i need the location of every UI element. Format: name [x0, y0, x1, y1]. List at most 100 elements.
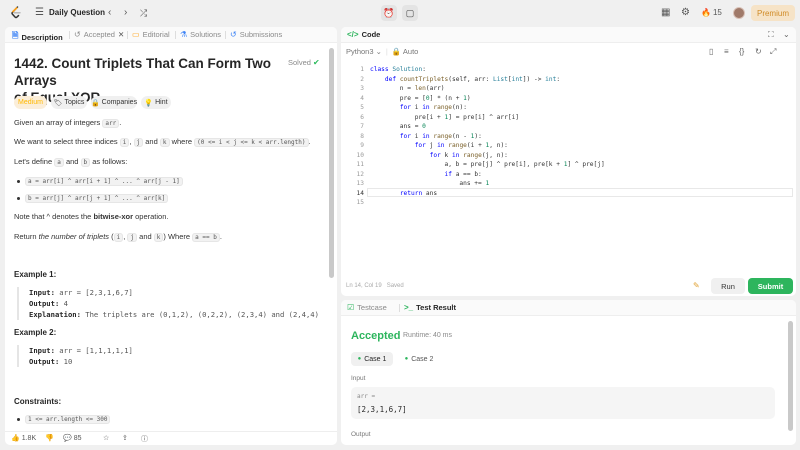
reset-icon[interactable]: ↻: [755, 47, 762, 56]
premium-button[interactable]: Premium: [751, 5, 795, 21]
description-footer: 👍 1.8K 👎 💬 85 ☆ ⇪ ⓘ: [5, 431, 337, 445]
result-scrollbar[interactable]: [788, 321, 793, 431]
submit-button[interactable]: Submit: [748, 278, 793, 294]
run-button[interactable]: Run: [711, 278, 745, 294]
line-number: 14: [356, 189, 364, 197]
code-line[interactable]: if a == b:: [370, 170, 605, 180]
code-line[interactable]: pre = [0] * (n + 1): [370, 94, 605, 104]
code-line[interactable]: return ans: [370, 189, 605, 199]
code-line[interactable]: for i in range(n):: [370, 103, 605, 113]
result-tab-bar: ☑ Testcase >_ Test Result: [341, 300, 796, 316]
code-editor[interactable]: class Solution: def countTriplets(self, …: [370, 65, 605, 208]
hint-chip[interactable]: 💡 Hint: [141, 96, 171, 109]
code-line[interactable]: pre[i + 1] = pre[i] ^ arr[i]: [370, 113, 605, 123]
like-button[interactable]: 👍 1.8K: [11, 434, 36, 443]
help-icon[interactable]: ⓘ: [141, 434, 148, 444]
example-2-block: Input: arr = [1,1,1,1,1] Output: 10: [17, 345, 325, 367]
lightbulb-icon: 💡: [144, 99, 154, 107]
comments-button[interactable]: 💬 85: [63, 434, 82, 443]
topics-chip[interactable]: 🏷 Topics: [51, 96, 87, 109]
code-line[interactable]: for k in range(j, n):: [370, 151, 605, 161]
format-code-icon[interactable]: ≡: [724, 47, 729, 56]
tab-submissions[interactable]: ↺ Submissions: [230, 30, 282, 39]
description-scrollbar[interactable]: [329, 48, 334, 278]
code-line[interactable]: n = len(arr): [370, 84, 605, 94]
paragraph-4: Note that ^ denotes the bitwise-xor oper…: [14, 212, 169, 221]
paragraph-1: Given an array of integers arr.: [14, 118, 122, 128]
top-navbar: ☰ Daily Question ‹ › ⤮ ⏰ ▢ ▦ ⚙ 🔥 15 Prem…: [0, 0, 800, 26]
fire-icon: 🔥: [701, 8, 711, 17]
thumbs-up-icon: 👍: [11, 435, 20, 442]
description-panel: 🗎 Description ↺ Accepted ✕ ▭ Editorial ⚗…: [5, 27, 337, 445]
notes-icon[interactable]: ▢: [402, 5, 418, 21]
layout-icon[interactable]: ▦: [661, 7, 670, 19]
tab-solutions[interactable]: ⚗ Solutions: [180, 30, 221, 39]
favorite-star-icon[interactable]: ☆: [103, 434, 109, 442]
constraint-item: 1 <= arr.length <= 300: [25, 414, 111, 424]
tab-description[interactable]: 🗎 Description: [12, 30, 63, 44]
problem-description: 1442. Count Triplets That Can Form Two A…: [5, 43, 327, 431]
code-line[interactable]: a, b = pre[j] ^ pre[i], pre[k + 1] ^ pre…: [370, 160, 605, 170]
paragraph-3: Let's define a and b as follows:: [14, 157, 128, 167]
settings-gear-icon[interactable]: ⚙: [681, 7, 690, 19]
problem-list-icon[interactable]: ☰: [35, 7, 44, 19]
bookmark-icon[interactable]: ▯: [709, 47, 713, 56]
code-brackets-icon: </>: [347, 30, 359, 39]
maximize-icon[interactable]: ⛶: [768, 30, 774, 40]
line-number: 10: [356, 151, 364, 159]
line-number: 8: [360, 132, 364, 140]
auto-mode-toggle[interactable]: 🔒 Auto: [392, 47, 418, 56]
note-pencil-icon[interactable]: ✎: [693, 281, 700, 290]
bullet-item-a: a = arr[i] ^ arr[i + 1] ^ ... ^ arr[j - …: [25, 176, 183, 186]
line-number: 1: [360, 66, 364, 73]
user-avatar[interactable]: [733, 7, 745, 19]
shuffle-icon[interactable]: ⤮: [140, 7, 147, 19]
close-tab-icon[interactable]: ✕: [118, 30, 124, 39]
editor-status-bar: Ln 14, Col 19 Saved: [346, 283, 404, 289]
history-icon: ↺: [74, 30, 81, 39]
code-line[interactable]: class Solution:: [370, 65, 605, 75]
code-line[interactable]: def countTriplets(self, arr: List[int]) …: [370, 75, 605, 85]
bullet-item-b: b = arr[j] ^ arr[j + 1] ^ ... ^ arr[k]: [25, 193, 169, 203]
result-panel: ☑ Testcase >_ Test Result Accepted Runti…: [341, 300, 796, 445]
prev-question-icon[interactable]: ‹: [108, 7, 111, 19]
example-2-heading: Example 2:: [14, 328, 57, 337]
terminal-icon: >_: [404, 303, 414, 312]
timer-icon[interactable]: ⏰: [381, 5, 397, 21]
example-1-heading: Example 1:: [14, 270, 57, 279]
flask-icon: ⚗: [180, 30, 188, 39]
code-line[interactable]: for i in range(n - 1):: [370, 132, 605, 142]
line-number: 15: [356, 199, 364, 206]
chevron-down-icon: ⌄: [375, 47, 382, 56]
line-number: 4: [360, 94, 364, 102]
tag-icon: 🏷: [53, 99, 63, 107]
line-number: 5: [360, 104, 364, 111]
case-tab-2[interactable]: ● Case 2: [399, 352, 439, 366]
document-icon: 🗎: [12, 31, 19, 40]
code-line[interactable]: [370, 198, 605, 208]
companies-chip[interactable]: 🔒 Companies: [91, 96, 137, 109]
share-icon[interactable]: ⇪: [122, 434, 128, 442]
case-tab-1[interactable]: ● Case 1: [351, 352, 393, 366]
code-line[interactable]: ans = 0: [370, 122, 605, 132]
line-number: 13: [356, 180, 364, 187]
solved-status: Solved ✔: [288, 58, 320, 67]
tab-testcase[interactable]: ☑ Testcase: [347, 303, 387, 312]
pass-dot-icon: ●: [404, 356, 409, 362]
tab-test-result[interactable]: >_ Test Result: [404, 303, 456, 312]
braces-icon[interactable]: {}: [739, 47, 744, 56]
streak-counter[interactable]: 🔥 15: [701, 8, 722, 17]
next-question-icon[interactable]: ›: [124, 7, 127, 19]
result-status: Accepted: [351, 330, 401, 342]
language-select[interactable]: Python3 ⌄: [346, 47, 382, 56]
code-line[interactable]: ans += 1: [370, 179, 605, 189]
code-line[interactable]: for j in range(i + 1, n):: [370, 141, 605, 151]
chevron-down-icon[interactable]: ⌄: [783, 30, 790, 39]
fullscreen-icon[interactable]: ⤢: [770, 47, 776, 57]
tab-accepted[interactable]: ↺ Accepted ✕: [74, 30, 124, 39]
tab-editorial[interactable]: ▭ Editorial: [132, 30, 170, 39]
dislike-button[interactable]: 👎: [45, 434, 54, 442]
daily-question-title[interactable]: Daily Question: [49, 8, 105, 17]
leetcode-logo-icon[interactable]: [10, 6, 22, 19]
tab-code[interactable]: </> Code: [347, 30, 380, 39]
